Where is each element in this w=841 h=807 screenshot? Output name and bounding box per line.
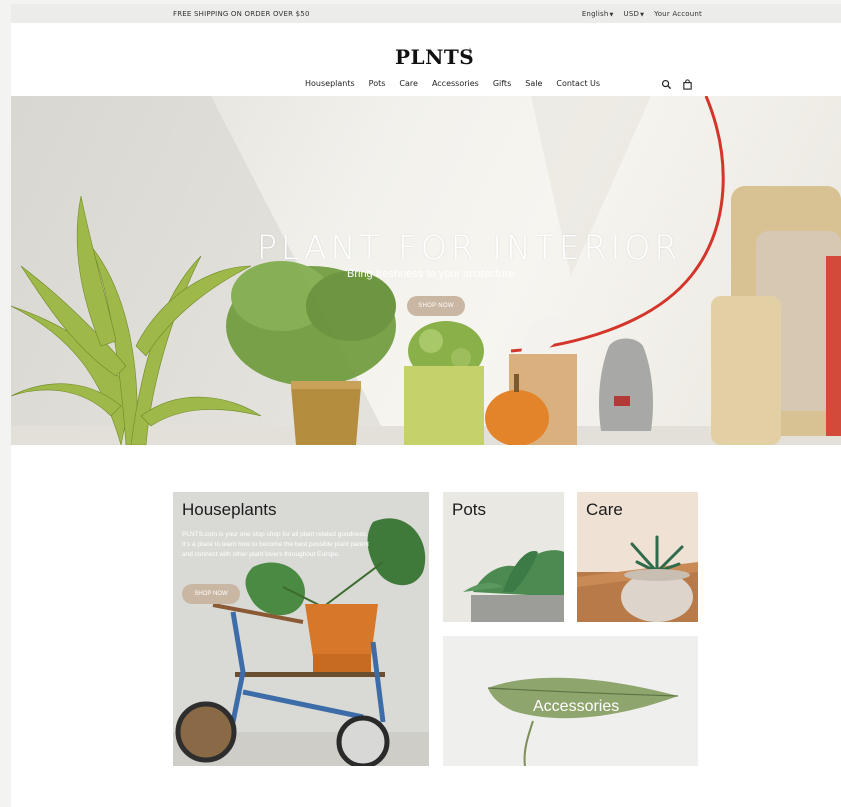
shopping-bag-icon[interactable] xyxy=(682,79,693,90)
chevron-down-icon: ▼ xyxy=(609,12,614,18)
account-link[interactable]: Your Account xyxy=(654,10,702,18)
hero-title: PLANT FOR INTERIOR xyxy=(257,228,682,267)
hero-shop-now-button[interactable]: SHOP NOW xyxy=(407,296,465,316)
nav-gifts[interactable]: Gifts xyxy=(493,79,511,88)
accessories-title: Accessories xyxy=(533,698,620,715)
nav-pots[interactable]: Pots xyxy=(369,79,386,88)
nav-care[interactable]: Care xyxy=(399,79,418,88)
currency-selector[interactable]: USD▼ xyxy=(624,10,645,18)
hero-banner: PLANT FOR INTERIOR Bring freshness to yo… xyxy=(11,96,841,445)
nav-accessories[interactable]: Accessories xyxy=(432,79,479,88)
language-label: English xyxy=(581,10,609,18)
houseplants-description: PLNTS.com is your one stop shop for all … xyxy=(182,531,369,558)
hero-subtitle: Bring freshness to your arcitecture xyxy=(347,268,515,280)
chevron-down-icon: ▼ xyxy=(640,12,645,18)
top-bar-controls: English▼ USD▼ Your Account xyxy=(582,10,702,18)
category-pots[interactable]: Pots xyxy=(443,492,564,622)
top-bar: FREE SHIPPING ON ORDER OVER $50 English▼… xyxy=(11,4,841,23)
care-title: Care xyxy=(586,500,623,519)
pots-title: Pots xyxy=(452,500,487,519)
shipping-notice: FREE SHIPPING ON ORDER OVER $50 xyxy=(173,10,310,18)
main-nav: Houseplants Pots Care Accessories Gifts … xyxy=(305,79,600,88)
houseplants-shop-now-button[interactable]: SHOP NOW xyxy=(182,584,240,604)
search-icon[interactable] xyxy=(661,79,672,90)
language-selector[interactable]: English▼ xyxy=(582,10,614,18)
currency-label: USD xyxy=(623,10,640,18)
nav-sale[interactable]: Sale xyxy=(525,79,542,88)
nav-contact-us[interactable]: Contact Us xyxy=(556,79,600,88)
page: FREE SHIPPING ON ORDER OVER $50 English▼… xyxy=(11,4,841,807)
category-accessories[interactable]: Accessories xyxy=(443,636,698,766)
site-logo[interactable]: PLNTS xyxy=(395,45,474,69)
houseplants-title: Houseplants xyxy=(182,500,277,519)
nav-houseplants[interactable]: Houseplants xyxy=(305,79,355,88)
category-houseplants[interactable]: Houseplants PLNTS.com is your one stop s… xyxy=(173,492,429,766)
category-care[interactable]: Care xyxy=(577,492,698,622)
logo-suffix: .com xyxy=(468,47,473,56)
